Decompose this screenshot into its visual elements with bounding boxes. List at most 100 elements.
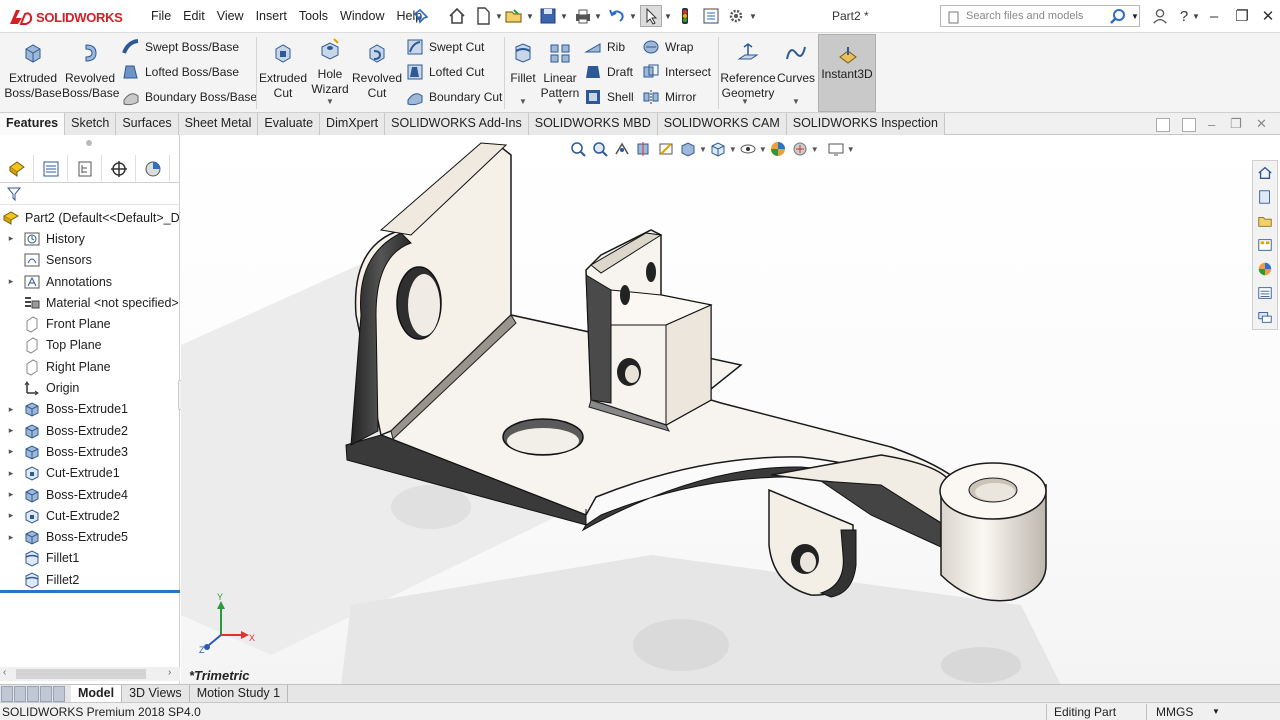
part-model-view[interactable]: Y X Z: [181, 135, 1280, 685]
tree-item[interactable]: Top Plane: [0, 335, 180, 356]
tree-rollback-bar[interactable]: [0, 590, 180, 593]
minimize-icon[interactable]: –: [1200, 4, 1228, 28]
scroll-left-icon[interactable]: ‹: [3, 667, 6, 678]
filter-icon[interactable]: [6, 186, 22, 202]
expand-arrow-icon[interactable]: ▸: [6, 233, 16, 244]
pin-icon[interactable]: [410, 5, 432, 27]
cylinder-boss[interactable]: [939, 462, 1047, 602]
wrap-button[interactable]: Wrap: [642, 36, 693, 58]
intersect-button[interactable]: Intersect: [642, 61, 711, 83]
tree-item[interactable]: Origin: [0, 377, 180, 398]
upright-block[interactable]: [585, 229, 713, 432]
chevron-down-icon[interactable]: ▼: [729, 145, 737, 154]
expand-arrow-icon[interactable]: ▸: [6, 489, 16, 500]
appearances-icon[interactable]: [1253, 257, 1277, 281]
close-doc-icon[interactable]: ✕: [1256, 116, 1267, 132]
tab-cam[interactable]: SOLIDWORKS CAM: [657, 113, 787, 135]
tile-view-icon[interactable]: [1156, 118, 1170, 132]
chevron-down-icon[interactable]: ▼: [495, 12, 503, 21]
chevron-down-icon[interactable]: ▼: [811, 145, 819, 154]
tab-evaluate[interactable]: Evaluate: [258, 113, 321, 135]
chevron-down-icon[interactable]: ▼: [519, 97, 527, 106]
panel-grip-icon[interactable]: [86, 140, 92, 146]
save-icon[interactable]: [537, 5, 559, 27]
chevron-down-icon[interactable]: ▼: [792, 97, 800, 106]
first-tab-icon[interactable]: [1, 686, 13, 702]
tab-mbd[interactable]: SOLIDWORKS MBD: [528, 113, 658, 135]
boundary-boss-button[interactable]: Boundary Boss/Base: [122, 86, 257, 108]
tree-item[interactable]: ▸ Boss-Extrude3: [0, 441, 180, 462]
rib-button[interactable]: Rib: [584, 36, 625, 58]
tree-item[interactable]: Fillet1: [0, 548, 180, 569]
chevron-down-icon[interactable]: ▼: [1131, 12, 1139, 21]
tab-inspection[interactable]: SOLIDWORKS Inspection: [786, 113, 945, 135]
shell-button[interactable]: Shell: [584, 86, 634, 108]
chevron-down-icon[interactable]: ▼: [326, 97, 334, 106]
display-style-icon[interactable]: [707, 139, 729, 159]
search-box[interactable]: Search files and models ▼: [940, 5, 1140, 27]
lofted-boss-button[interactable]: Lofted Boss/Base: [122, 61, 239, 83]
tree-item[interactable]: Sensors: [0, 250, 180, 271]
expand-arrow-icon[interactable]: ▸: [6, 404, 16, 415]
undo-icon[interactable]: [606, 5, 628, 27]
restore-doc-icon[interactable]: ❐: [1230, 116, 1242, 132]
menu-edit[interactable]: Edit: [177, 7, 211, 25]
close-icon[interactable]: ✕: [1254, 4, 1280, 28]
graphics-area[interactable]: Y X Z ▼ ▼ ▼ ▼ ▼: [181, 135, 1280, 685]
tree-item[interactable]: Material <not specified>: [0, 292, 180, 313]
fillet-button[interactable]: Fillet: [506, 37, 540, 86]
search-input[interactable]: Search files and models: [966, 10, 1083, 22]
zoom-to-fit-icon[interactable]: [567, 139, 589, 159]
chevron-down-icon[interactable]: ▼: [560, 12, 568, 21]
linear-pattern-button[interactable]: Linear Pattern: [540, 37, 580, 101]
dimxpert-manager-tab[interactable]: [102, 155, 136, 183]
tree-item[interactable]: ▸ History: [0, 228, 180, 249]
tab-features[interactable]: Features: [0, 113, 66, 135]
mirror-button[interactable]: Mirror: [642, 86, 696, 108]
unit-system[interactable]: MMGS: [1156, 705, 1193, 719]
revolved-cut-button[interactable]: Revolved Cut: [350, 37, 404, 101]
base-hole[interactable]: [502, 418, 584, 456]
tab-dimxpert[interactable]: DimXpert: [320, 113, 386, 135]
menu-tools[interactable]: Tools: [293, 7, 334, 25]
zoom-to-area-icon[interactable]: [589, 139, 611, 159]
tree-item[interactable]: ▸ Boss-Extrude2: [0, 420, 180, 441]
apply-scene-icon[interactable]: [789, 139, 811, 159]
expand-arrow-icon[interactable]: ▸: [6, 532, 16, 543]
tree-item[interactable]: Fillet2: [0, 569, 180, 590]
rebuild-traffic-light-icon[interactable]: [674, 5, 696, 27]
swept-cut-button[interactable]: Swept Cut: [406, 36, 484, 58]
new-document-icon[interactable]: [472, 5, 494, 27]
chevron-down-icon[interactable]: ▼: [847, 145, 855, 154]
tree-item[interactable]: ▸ Boss-Extrude1: [0, 399, 180, 420]
tab-model[interactable]: Model: [71, 685, 123, 703]
property-manager-tab[interactable]: [34, 155, 68, 183]
horizontal-scrollbar[interactable]: ‹ ›: [0, 667, 180, 681]
options-gear-icon[interactable]: [725, 5, 747, 27]
menu-window[interactable]: Window: [334, 7, 390, 25]
expand-arrow-icon[interactable]: ▸: [6, 468, 16, 479]
display-manager-tab[interactable]: [136, 155, 170, 183]
open-folder-icon[interactable]: [503, 5, 525, 27]
menu-insert[interactable]: Insert: [250, 7, 293, 25]
tree-item[interactable]: ▸ Cut-Extrude1: [0, 463, 180, 484]
view-palette-icon[interactable]: [1253, 233, 1277, 257]
forum-icon[interactable]: [1253, 305, 1277, 329]
tab-3d-views[interactable]: 3D Views: [122, 685, 190, 703]
boundary-cut-button[interactable]: Boundary Cut: [406, 86, 502, 108]
search-icon[interactable]: [1109, 8, 1127, 26]
tree-item[interactable]: ▸ Boss-Extrude4: [0, 484, 180, 505]
tab-addins[interactable]: SOLIDWORKS Add-Ins: [385, 113, 529, 135]
expand-arrow-icon[interactable]: ▸: [6, 446, 16, 457]
configuration-manager-tab[interactable]: [68, 155, 102, 183]
chevron-down-icon[interactable]: ▼: [594, 12, 602, 21]
new-window-icon[interactable]: [1182, 118, 1196, 132]
section-view-icon[interactable]: [633, 139, 655, 159]
curves-button[interactable]: Curves: [776, 37, 816, 86]
tree-item[interactable]: ▸ Boss-Extrude5: [0, 526, 180, 547]
swept-boss-button[interactable]: Swept Boss/Base: [122, 36, 239, 58]
chevron-down-icon[interactable]: ▼: [629, 12, 637, 21]
next-tab-icon[interactable]: [27, 686, 39, 702]
tab-sheet-metal[interactable]: Sheet Metal: [178, 113, 259, 135]
expand-arrow-icon[interactable]: ▸: [6, 510, 16, 521]
